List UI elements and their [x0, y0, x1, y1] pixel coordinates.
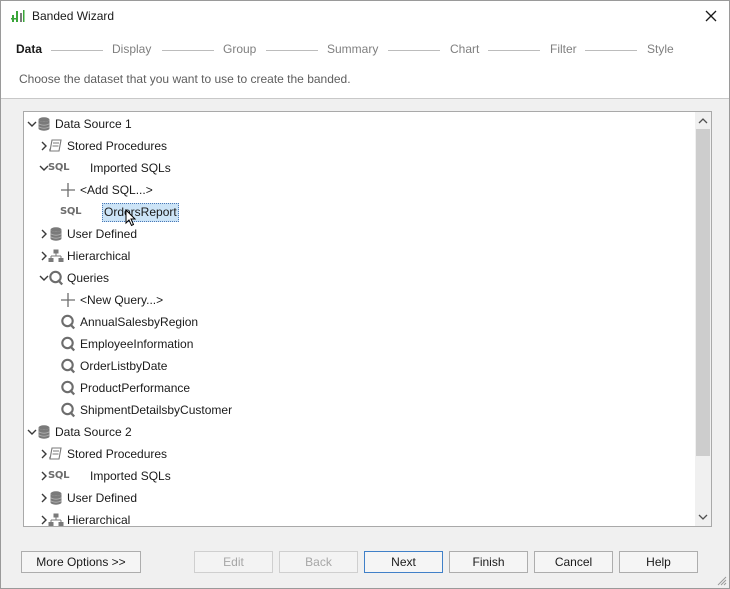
tree-node[interactable]: SQL Imported SQLs	[24, 465, 694, 487]
step-chart: Chart	[450, 42, 480, 56]
sql-icon: SQL	[48, 470, 70, 481]
database-icon	[38, 117, 50, 131]
tree-node[interactable]: Stored Procedures	[24, 443, 694, 465]
hierarchy-icon	[48, 513, 64, 526]
close-button[interactable]	[699, 5, 723, 27]
scrollbar-thumb[interactable]	[696, 129, 710, 456]
query-icon	[61, 380, 76, 396]
step-summary: Summary	[327, 42, 379, 56]
tree-node-label[interactable]: Imported SQLs	[90, 469, 171, 483]
tree-node[interactable]: EmployeeInformation	[24, 333, 694, 355]
tree-node-label[interactable]: Data Source 1	[55, 117, 132, 131]
hierarchy-icon	[48, 249, 64, 262]
step-separator	[51, 50, 103, 51]
window-title: Banded Wizard	[32, 9, 115, 23]
tree-node-label[interactable]: <Add SQL...>	[80, 183, 153, 197]
scroll-icon	[49, 139, 62, 152]
tree-node[interactable]: User Defined	[24, 487, 694, 509]
step-display: Display	[112, 42, 152, 56]
edit-button[interactable]: Edit	[194, 551, 273, 573]
tree-node-label[interactable]: Hierarchical	[67, 513, 130, 526]
cancel-button[interactable]: Cancel	[534, 551, 613, 573]
title-bar: Banded Wizard	[1, 1, 729, 32]
tree-node-label[interactable]: Stored Procedures	[67, 447, 167, 461]
instruction-text: Choose the dataset that you want to use …	[19, 72, 351, 86]
tree-node-label[interactable]: Queries	[67, 271, 109, 285]
sql-icon: SQL	[48, 162, 70, 173]
step-filter: Filter	[550, 42, 577, 56]
step-separator	[585, 50, 637, 51]
tree-node[interactable]: <Add SQL...>	[24, 179, 694, 201]
tree-node-label[interactable]: EmployeeInformation	[80, 337, 193, 351]
dataset-tree[interactable]: Data Source 1 Stored Procedures SQL Importe…	[23, 111, 712, 527]
more-options-button[interactable]: More Options >>	[21, 551, 141, 573]
step-data: Data	[16, 42, 43, 56]
tree-node-label[interactable]: Stored Procedures	[67, 139, 167, 153]
query-icon	[61, 336, 76, 352]
step-separator	[388, 50, 440, 51]
step-indicator: Data Display Group Summary Chart Filter …	[1, 42, 729, 60]
wizard-window: Banded Wizard Data Display Group Summary…	[0, 0, 730, 589]
scroll-up-icon[interactable]	[698, 115, 708, 127]
tree-node[interactable]: <New Query...>	[24, 289, 694, 311]
close-icon	[705, 10, 717, 22]
finish-button[interactable]: Finish	[449, 551, 528, 573]
tree-node-label[interactable]: Hierarchical	[67, 249, 130, 263]
tree-node-label[interactable]: ShipmentDetailsbyCustomer	[80, 403, 232, 417]
sql-icon: SQL	[60, 206, 82, 217]
tree-node-label[interactable]: AnnualSalesbyRegion	[80, 315, 198, 329]
query-icon	[49, 270, 64, 286]
step-separator	[162, 50, 214, 51]
step-style: Style	[647, 42, 674, 56]
tree-node[interactable]: Data Source 2	[24, 421, 694, 443]
tree-node-label[interactable]: User Defined	[67, 227, 137, 241]
plus-icon	[61, 293, 75, 307]
scroll-icon	[49, 447, 62, 460]
tree-node-label[interactable]: User Defined	[67, 491, 137, 505]
tree-node[interactable]: ProductPerformance	[24, 377, 694, 399]
tree-node[interactable]: OrderListbyDate	[24, 355, 694, 377]
step-group: Group	[223, 42, 257, 56]
tree-node-label[interactable]: Imported SQLs	[90, 161, 171, 175]
tree-node[interactable]: Stored Procedures	[24, 135, 694, 157]
tree-node[interactable]: ShipmentDetailsbyCustomer	[24, 399, 694, 421]
query-icon	[61, 402, 76, 418]
tree-node-label[interactable]: OrderListbyDate	[80, 359, 167, 373]
scroll-down-icon[interactable]	[698, 511, 708, 523]
tree-node[interactable]: Data Source 1	[24, 113, 694, 135]
database-icon	[50, 491, 62, 505]
back-button[interactable]: Back	[279, 551, 358, 573]
database-icon	[50, 227, 62, 241]
resize-grip-icon[interactable]	[716, 575, 727, 586]
vertical-scrollbar[interactable]	[695, 112, 711, 526]
wizard-header: Data Display Group Summary Chart Filter …	[1, 32, 729, 99]
tree-node[interactable]: User Defined	[24, 223, 694, 245]
tree-node[interactable]: Queries	[24, 267, 694, 289]
tree-node[interactable]: SQL Imported SQLs	[24, 157, 694, 179]
help-button[interactable]: Help	[619, 551, 698, 573]
database-icon	[38, 425, 50, 439]
tree-node-label[interactable]: Data Source 2	[55, 425, 132, 439]
step-separator	[488, 50, 540, 51]
tree-node-label[interactable]: <New Query...>	[80, 293, 163, 307]
tree-node[interactable]: AnnualSalesbyRegion	[24, 311, 694, 333]
tree-node[interactable]: Hierarchical	[24, 245, 694, 267]
plus-icon	[61, 183, 75, 197]
query-icon	[61, 314, 76, 330]
query-icon	[61, 358, 76, 374]
tree-node[interactable]: SQL OrdersReport	[24, 201, 694, 227]
step-separator	[266, 50, 318, 51]
tree-node-label[interactable]: OrdersReport	[102, 203, 179, 222]
tree-node-label[interactable]: ProductPerformance	[80, 381, 190, 395]
next-button[interactable]: Next	[364, 551, 443, 573]
tree-node[interactable]: Hierarchical	[24, 509, 694, 526]
wizard-app-icon	[11, 10, 25, 22]
